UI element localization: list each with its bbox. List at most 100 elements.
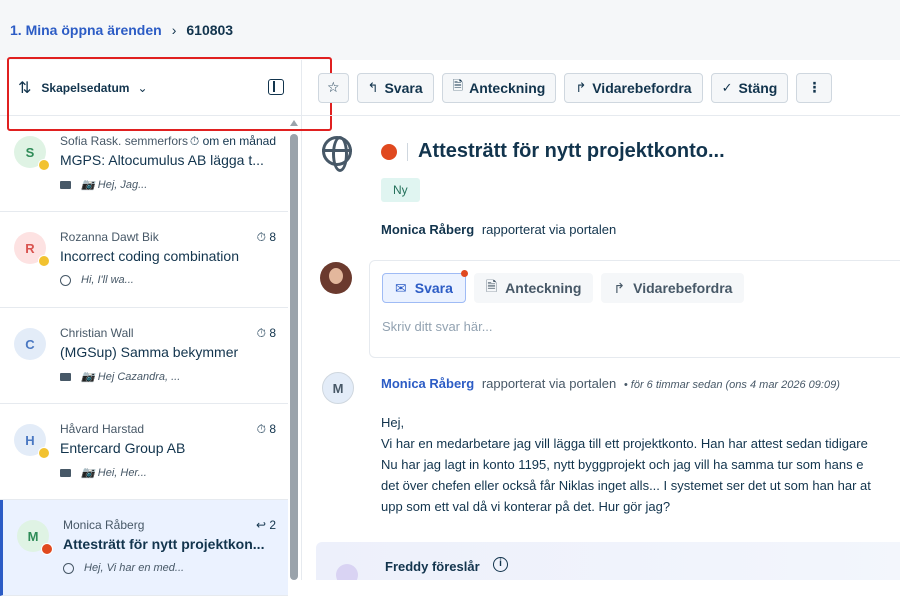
avatar-initial: H bbox=[25, 432, 35, 448]
mail-icon bbox=[60, 468, 71, 477]
message-header: Monica Råberg rapporterat via portalen •… bbox=[381, 376, 840, 391]
avatar: H bbox=[14, 424, 50, 459]
more-options-button[interactable]: ⋮ bbox=[796, 72, 833, 103]
ticket-meta: ⏱ om en månad bbox=[189, 134, 276, 148]
agent-avatar bbox=[320, 262, 352, 294]
ticket-subject: Entercard Group AB bbox=[60, 440, 186, 456]
freddy-title: Freddy föreslår bbox=[385, 559, 480, 574]
forward-button[interactable]: ↱ Vidarebefordra bbox=[564, 72, 703, 103]
ticket-subject-row: Attesträtt för nytt projektkonto... bbox=[381, 140, 725, 163]
ticket-snippet: Hi, I'll wa... bbox=[60, 274, 288, 286]
ticket-list-panel: ⇅ Skapelsedatum ⌄ S Sofia Rask. semmerfor… bbox=[0, 60, 302, 596]
message-line: Hej, bbox=[381, 415, 405, 430]
breadcrumb-current-ticket-id: 610803 bbox=[186, 22, 234, 38]
forward-tab-label: Vidarebefordra bbox=[633, 280, 733, 296]
snippet-text: Hi, I'll wa... bbox=[81, 274, 134, 286]
info-icon[interactable]: i bbox=[493, 557, 508, 572]
avatar: S bbox=[14, 136, 50, 171]
message-body: Hej, Vi har en medarbetare jag vill lägga… bbox=[381, 412, 900, 517]
requester-name: Monica Råberg bbox=[63, 518, 145, 532]
requester-name: Rozanna Dawt Bik bbox=[60, 230, 159, 244]
mail-icon: ✉ bbox=[395, 279, 407, 296]
more-vertical-icon: ⋮ bbox=[807, 79, 822, 95]
ticket-subject: Incorrect coding combination bbox=[60, 248, 239, 264]
avatar: M bbox=[322, 372, 354, 404]
snippet-text: 📷 Hej, Jag... bbox=[81, 179, 148, 191]
reply-editor[interactable]: ✉ Svara 🗎 Anteckning ↱ Vidarebefordra Sk… bbox=[369, 260, 900, 358]
sort-arrows-icon[interactable]: ⇅ bbox=[18, 78, 31, 98]
reply-tab[interactable]: ✉ Svara bbox=[382, 270, 468, 303]
forward-icon: ↱ bbox=[613, 279, 626, 296]
requester-name: Håvard Harstad bbox=[60, 422, 145, 436]
sentiment-icon bbox=[38, 255, 50, 267]
reply-button-label: Svara bbox=[384, 79, 423, 96]
avatar: R bbox=[14, 232, 50, 267]
globe-icon bbox=[60, 274, 71, 286]
note-button[interactable]: 🗎 Anteckning bbox=[441, 72, 557, 103]
avatar: C bbox=[14, 328, 46, 360]
message-timestamp: • för 6 timmar sedan (ons 4 mar 2026 09:… bbox=[623, 379, 840, 391]
breadcrumb: 1. Mina öppna ärenden › 610803 bbox=[0, 0, 900, 60]
message-line: det över chefen eller också får Niklas i… bbox=[381, 478, 871, 493]
sentiment-icon bbox=[38, 447, 50, 459]
scroll-up-arrow-icon[interactable] bbox=[290, 120, 298, 126]
ticket-list-item[interactable]: R Rozanna Dawt Bik ⏱ 8 Incorrect coding com… bbox=[0, 212, 288, 308]
globe-icon bbox=[63, 562, 74, 574]
divider bbox=[407, 142, 408, 161]
sparkle-icon bbox=[336, 564, 358, 580]
ticket-list-item[interactable]: H Håvard Harstad ⏱ 8 Entercard Group AB 📷 He… bbox=[0, 404, 288, 500]
ticket-list-item[interactable]: C Christian Wall ⏱ 8 (MGSup) Samma bekymmer… bbox=[0, 308, 288, 404]
message-line: Vi har en medarbetare jag vill lägga til… bbox=[381, 436, 868, 451]
close-ticket-button[interactable]: ✓ Stäng bbox=[710, 72, 789, 103]
chevron-down-icon[interactable]: ⌄ bbox=[137, 81, 147, 95]
ticket-snippet: Hej, Vi har en med... bbox=[63, 562, 288, 574]
note-tab[interactable]: 🗎 Anteckning bbox=[473, 273, 594, 303]
collapse-panel-icon[interactable] bbox=[268, 79, 284, 95]
ticket-list-item[interactable]: S Sofia Rask. semmerfors ⏱ om en månad MGPS… bbox=[0, 116, 288, 212]
check-circle-icon: ✓ bbox=[721, 79, 733, 95]
scrollbar[interactable] bbox=[290, 120, 298, 580]
sort-dropdown[interactable]: Skapelsedatum bbox=[41, 81, 129, 95]
close-ticket-label: Stäng bbox=[738, 79, 778, 96]
mail-icon bbox=[60, 180, 71, 189]
forward-button-label: Vidarebefordra bbox=[592, 79, 692, 96]
message-line: upp som ett val då vi konterar på det. H… bbox=[381, 499, 671, 514]
star-icon: ☆ bbox=[327, 79, 340, 95]
note-icon: 🗎 bbox=[452, 77, 464, 93]
ticket-meta: ⏱ 8 bbox=[256, 422, 276, 436]
ticket-toolbar: ☆ ↰ Svara 🗎 Anteckning ↱ Vidarebefordra ✓ St… bbox=[302, 60, 900, 116]
freddy-suggestions: Freddy föreslår i bbox=[316, 542, 900, 580]
reply-tab-label: Svara bbox=[414, 280, 453, 296]
snippet-text: 📷 Hej Cazandra, ... bbox=[81, 371, 181, 383]
reply-input[interactable]: Skriv ditt svar här... bbox=[382, 319, 493, 334]
ticket-meta: ↩ 2 bbox=[255, 518, 276, 532]
reply-icon: ↰ bbox=[367, 79, 379, 95]
ticket-list: S Sofia Rask. semmerfors ⏱ om en månad MGPS… bbox=[0, 116, 288, 596]
forward-icon: ↱ bbox=[575, 79, 587, 95]
forward-tab[interactable]: ↱ Vidarebefordra bbox=[601, 273, 745, 303]
mail-icon bbox=[60, 372, 71, 381]
snippet-text: Hej, Vi har en med... bbox=[84, 562, 185, 574]
sentiment-icon bbox=[38, 159, 50, 171]
ticket-subject: Attesträtt för nytt projektkon... bbox=[63, 536, 265, 552]
message-via: rapporterat via portalen bbox=[481, 376, 617, 391]
star-button[interactable]: ☆ bbox=[318, 72, 349, 103]
snippet-text: 📷 Hei, Her... bbox=[81, 467, 147, 479]
message-author[interactable]: Monica Råberg bbox=[381, 376, 474, 391]
avatar-initial: M bbox=[27, 528, 39, 544]
scrollbar-thumb[interactable] bbox=[290, 134, 298, 580]
avatar-initial: S bbox=[25, 144, 35, 160]
chevron-right-icon: › bbox=[171, 22, 177, 38]
ticket-subject: MGPS: Altocumulus AB lägga t... bbox=[60, 152, 264, 168]
ticket-meta: ⏱ 8 bbox=[256, 230, 276, 244]
requester-name: Christian Wall bbox=[60, 326, 134, 340]
globe-icon bbox=[322, 136, 352, 172]
ticket-detail: Attesträtt för nytt projektkonto... Ny M… bbox=[302, 116, 900, 580]
breadcrumb-link-my-open-tickets[interactable]: 1. Mina öppna ärenden bbox=[10, 22, 162, 38]
note-icon: 🗎 bbox=[485, 278, 498, 294]
ticket-list-item[interactable]: M Monica Råberg ↩ 2 Attesträtt för nytt pro… bbox=[0, 500, 288, 596]
ticket-snippet: 📷 Hej Cazandra, ... bbox=[60, 370, 288, 383]
reply-button[interactable]: ↰ Svara bbox=[356, 72, 434, 103]
sort-bar: ⇅ Skapelsedatum ⌄ bbox=[0, 60, 301, 116]
ticket-snippet: 📷 Hej, Jag... bbox=[60, 178, 288, 191]
